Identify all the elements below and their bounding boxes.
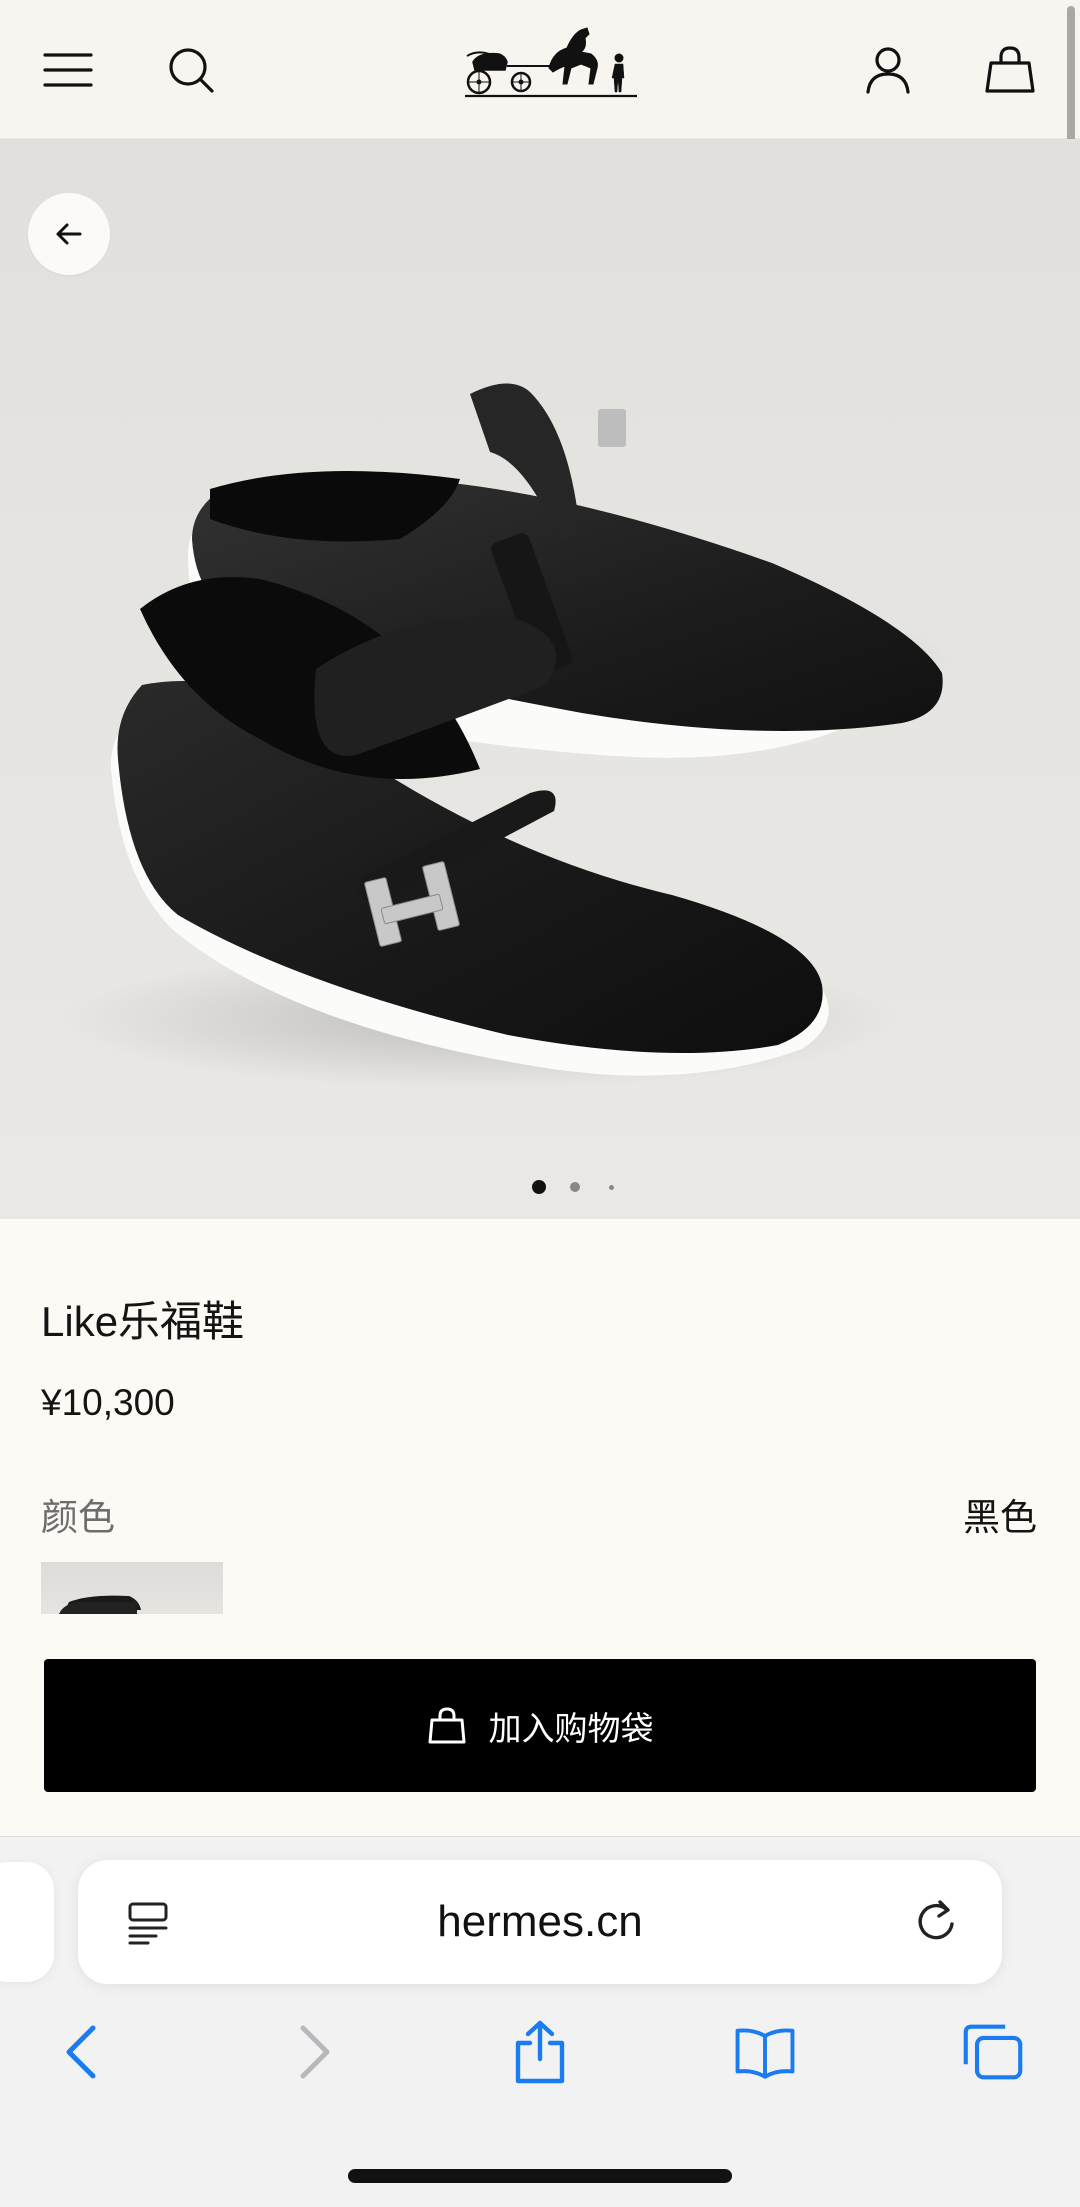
carousel-dot[interactable] (609, 1185, 614, 1190)
previous-tab-preview[interactable] (0, 1862, 54, 1982)
product-title: Like乐福鞋 (41, 1298, 245, 1345)
forward-icon[interactable] (284, 2019, 346, 2085)
share-icon[interactable] (509, 2019, 571, 2085)
carousel-dot[interactable] (570, 1182, 580, 1192)
add-to-bag-label: 加入购物袋 (488, 1709, 654, 1747)
shopping-bag-icon (428, 1706, 465, 1743)
add-to-bag-button[interactable]: 加入购物袋 (44, 1659, 1036, 1792)
product-price: ¥10,300 (41, 1382, 175, 1423)
address-bar[interactable]: hermes.cn (78, 1860, 1002, 1984)
search-icon[interactable] (161, 40, 221, 100)
browser-toolbar: hermes.cn (0, 1836, 1080, 2207)
home-indicator[interactable] (348, 2169, 732, 2183)
menu-icon[interactable] (38, 40, 98, 100)
color-label: 颜色 (41, 1497, 115, 1538)
arrow-left-icon (56, 223, 82, 245)
swatch-thumbnail-image (59, 1595, 141, 1614)
color-swatch-black[interactable] (41, 1562, 223, 1614)
carousel-dot-active[interactable] (532, 1180, 546, 1194)
back-button[interactable] (28, 193, 110, 275)
account-icon[interactable] (858, 40, 918, 100)
color-value: 黑色 (963, 1497, 1037, 1538)
carousel-indicator (0, 1177, 1080, 1197)
bookmarks-icon[interactable] (734, 2019, 796, 2085)
site-header (0, 0, 1080, 139)
tabs-icon[interactable] (962, 2019, 1024, 2085)
product-image-carousel[interactable] (0, 139, 1080, 1219)
hermes-carriage-logo[interactable] (463, 22, 639, 102)
loafer-shoes-image (60, 383, 960, 1089)
url-text[interactable]: hermes.cn (78, 1860, 1002, 1984)
back-icon[interactable] (50, 2019, 112, 2085)
reload-icon[interactable] (910, 1896, 962, 1948)
shopping-bag-icon[interactable] (980, 40, 1040, 100)
